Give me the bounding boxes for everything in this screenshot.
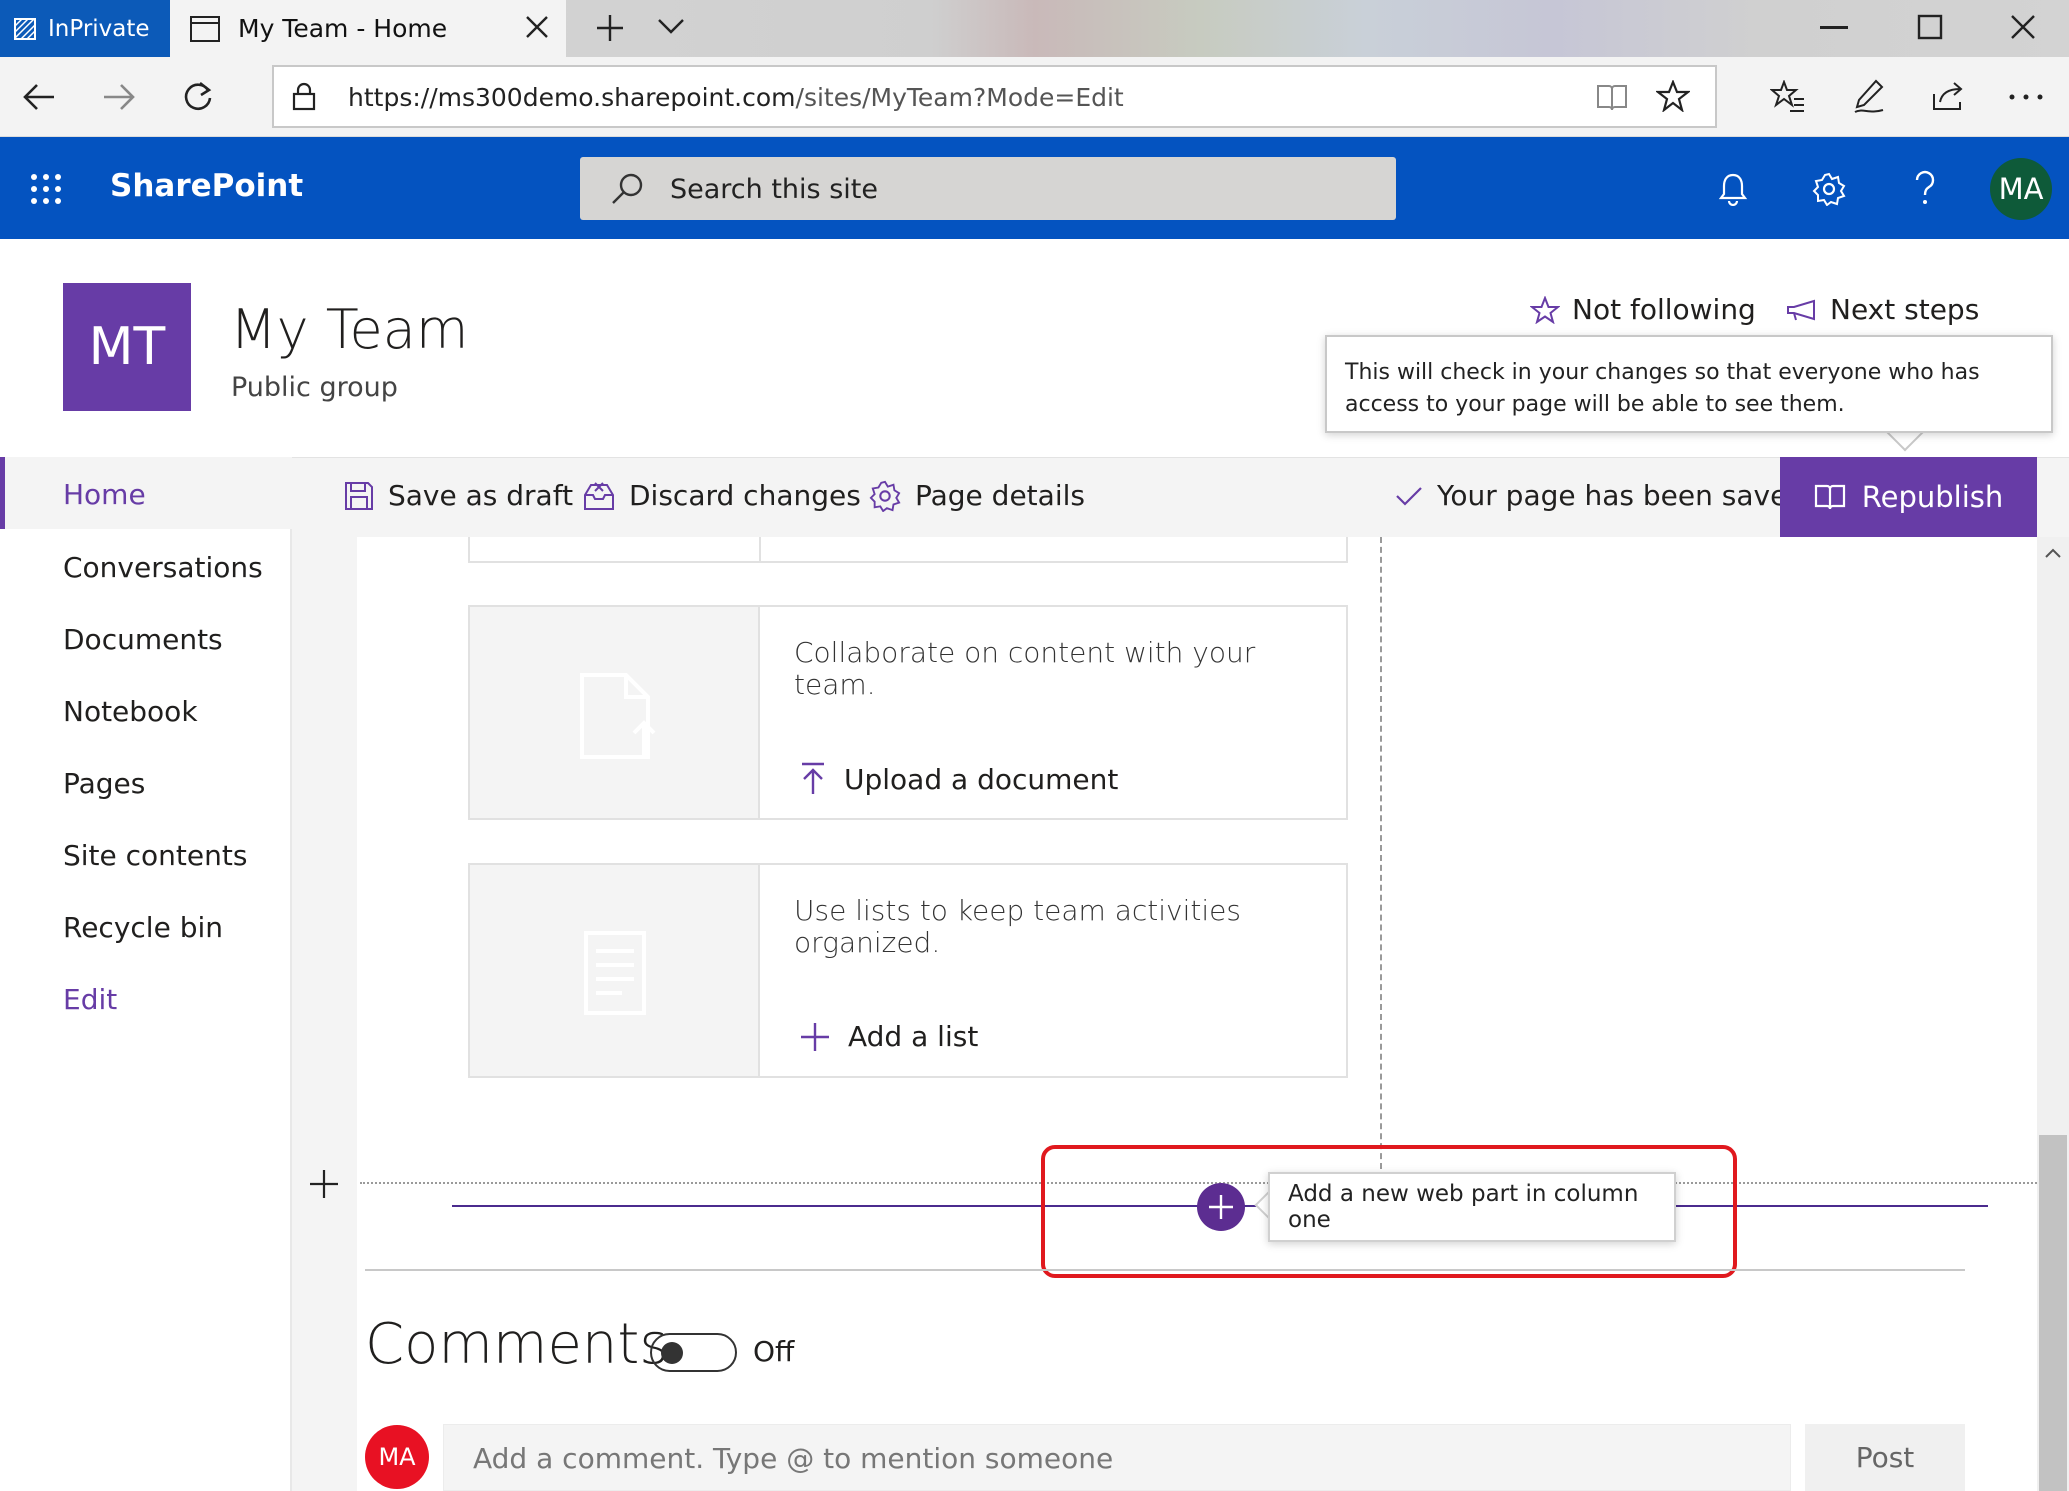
favorite-star-icon[interactable] (1656, 80, 1690, 112)
getting-started-card: Collaborate on content with your team. U… (468, 605, 1348, 820)
add-section-plus-icon[interactable] (308, 1168, 340, 1200)
getting-started-card: Use lists to keep team activities organi… (468, 863, 1348, 1078)
inprivate-badge[interactable]: InPrivate (0, 0, 170, 57)
comments-divider (365, 1269, 1965, 1271)
book-icon (1814, 484, 1845, 510)
upload-document-label: Upload a document (844, 762, 1119, 796)
next-steps-label: Next steps (1830, 293, 1980, 326)
search-icon (612, 173, 643, 204)
discard-icon (584, 481, 614, 510)
megaphone-icon (1787, 299, 1815, 320)
user-avatar[interactable]: MA (1990, 158, 2052, 220)
scroll-up-chevron-icon[interactable] (2044, 547, 2062, 559)
help-question-icon[interactable] (1912, 170, 1938, 206)
next-steps-button[interactable]: Next steps (1786, 293, 1979, 326)
search-placeholder: Search this site (670, 174, 878, 205)
republish-callout: This will check in your changes so that … (1325, 335, 2053, 433)
card-description: Use lists to keep team activities organi… (794, 894, 1241, 959)
republish-label: Republish (1861, 480, 2004, 514)
upload-arrow-icon (802, 762, 824, 794)
nav-item-pages[interactable]: Pages (63, 767, 145, 800)
close-tab-icon[interactable] (524, 14, 550, 40)
forward-arrow-icon[interactable] (102, 82, 136, 112)
inprivate-label: InPrivate (48, 15, 150, 42)
scrollbar-thumb[interactable] (2039, 1135, 2067, 1491)
comment-placeholder: Add a comment. Type @ to mention someone (473, 1442, 1114, 1475)
minimize-icon[interactable] (1820, 26, 1848, 30)
page-tab-icon (190, 15, 220, 42)
new-tab-icon[interactable] (594, 12, 626, 44)
post-button[interactable]: Post (1805, 1424, 1965, 1491)
inprivate-icon (14, 17, 36, 40)
url-text: https://ms300demo.sharepoint.com/sites/M… (348, 83, 1124, 112)
browser-tab[interactable]: My Team - Home (170, 0, 566, 57)
comments-heading: Comments (365, 1312, 669, 1377)
republish-button[interactable]: Republish (1780, 457, 2037, 537)
more-dots-icon[interactable] (2008, 94, 2044, 100)
settings-gear-icon[interactable] (1812, 172, 1846, 206)
card-description: Collaborate on content with your team. (794, 636, 1256, 701)
nav-item-recycle-bin[interactable]: Recycle bin (63, 911, 223, 944)
document-upload-icon (580, 673, 656, 759)
follow-label: Not following (1572, 293, 1756, 326)
share-icon[interactable] (1930, 80, 1966, 112)
save-status-label: Your page has been saved (1437, 479, 1806, 512)
nav-item-site-contents[interactable]: Site contents (63, 839, 247, 872)
nav-item-notebook[interactable]: Notebook (63, 695, 198, 728)
url-path: /sites/MyTeam?Mode=Edit (795, 83, 1124, 112)
toggle-knob (661, 1342, 683, 1364)
nav-item-home[interactable]: Home (63, 478, 146, 511)
url-host: https://ms300demo.sharepoint.com (348, 83, 796, 112)
favorites-hub-icon[interactable] (1770, 80, 1806, 114)
refresh-icon[interactable] (182, 80, 214, 114)
plus-icon (801, 1022, 829, 1051)
discard-changes-label: Discard changes (629, 479, 861, 512)
save-as-draft-button[interactable]: Save as draft (344, 479, 573, 512)
add-list-link[interactable]: Add a list (800, 1020, 978, 1053)
nav-item-documents[interactable]: Documents (63, 623, 223, 656)
save-as-draft-label: Save as draft (388, 479, 574, 512)
nav-selected-indicator (0, 457, 292, 529)
site-logo[interactable]: MT (63, 283, 191, 411)
gear-icon (869, 480, 901, 512)
left-navigation (0, 457, 292, 1491)
close-window-icon[interactable] (2010, 14, 2036, 40)
notifications-bell-icon[interactable] (1718, 172, 1748, 206)
lock-icon (292, 82, 316, 111)
tab-title: My Team - Home (238, 14, 448, 43)
card-image (470, 865, 760, 1076)
follow-button[interactable]: Not following (1530, 293, 1756, 326)
previous-card-edge (468, 537, 1348, 563)
reading-view-icon[interactable] (1596, 82, 1628, 112)
list-document-icon (584, 931, 646, 1015)
card-image (470, 607, 760, 818)
add-list-label: Add a list (848, 1020, 979, 1053)
star-outline-icon (1530, 295, 1560, 324)
toggle-state-label: Off (753, 1335, 795, 1368)
column-divider (1380, 537, 1382, 1169)
web-note-pen-icon[interactable] (1852, 78, 1886, 114)
address-bar[interactable]: https://ms300demo.sharepoint.com/sites/M… (272, 65, 1717, 128)
site-subtitle: Public group (231, 372, 398, 403)
save-floppy-icon (345, 481, 373, 510)
back-arrow-icon[interactable] (22, 82, 56, 112)
commenter-avatar: MA (365, 1425, 429, 1489)
site-title[interactable]: My Team (230, 298, 468, 361)
nav-item-edit[interactable]: Edit (63, 983, 117, 1016)
checkmark-icon (1396, 486, 1422, 506)
page-details-button[interactable]: Page details (869, 479, 1085, 512)
nav-item-conversations[interactable]: Conversations (63, 551, 263, 584)
discard-changes-button[interactable]: Discard changes (583, 479, 861, 512)
app-launcher-waffle-icon[interactable] (30, 173, 62, 205)
tab-list-chevron-icon[interactable] (656, 16, 686, 36)
highlight-annotation (1041, 1145, 1737, 1278)
upload-document-link[interactable]: Upload a document (800, 762, 1118, 796)
page-details-label: Page details (915, 479, 1085, 512)
canvas-gutter (292, 537, 357, 1491)
save-status: Your page has been saved (1395, 479, 1805, 512)
previous-card-divider (759, 537, 761, 563)
maximize-icon[interactable] (1917, 14, 1943, 40)
sharepoint-brand[interactable]: SharePoint (110, 168, 303, 204)
